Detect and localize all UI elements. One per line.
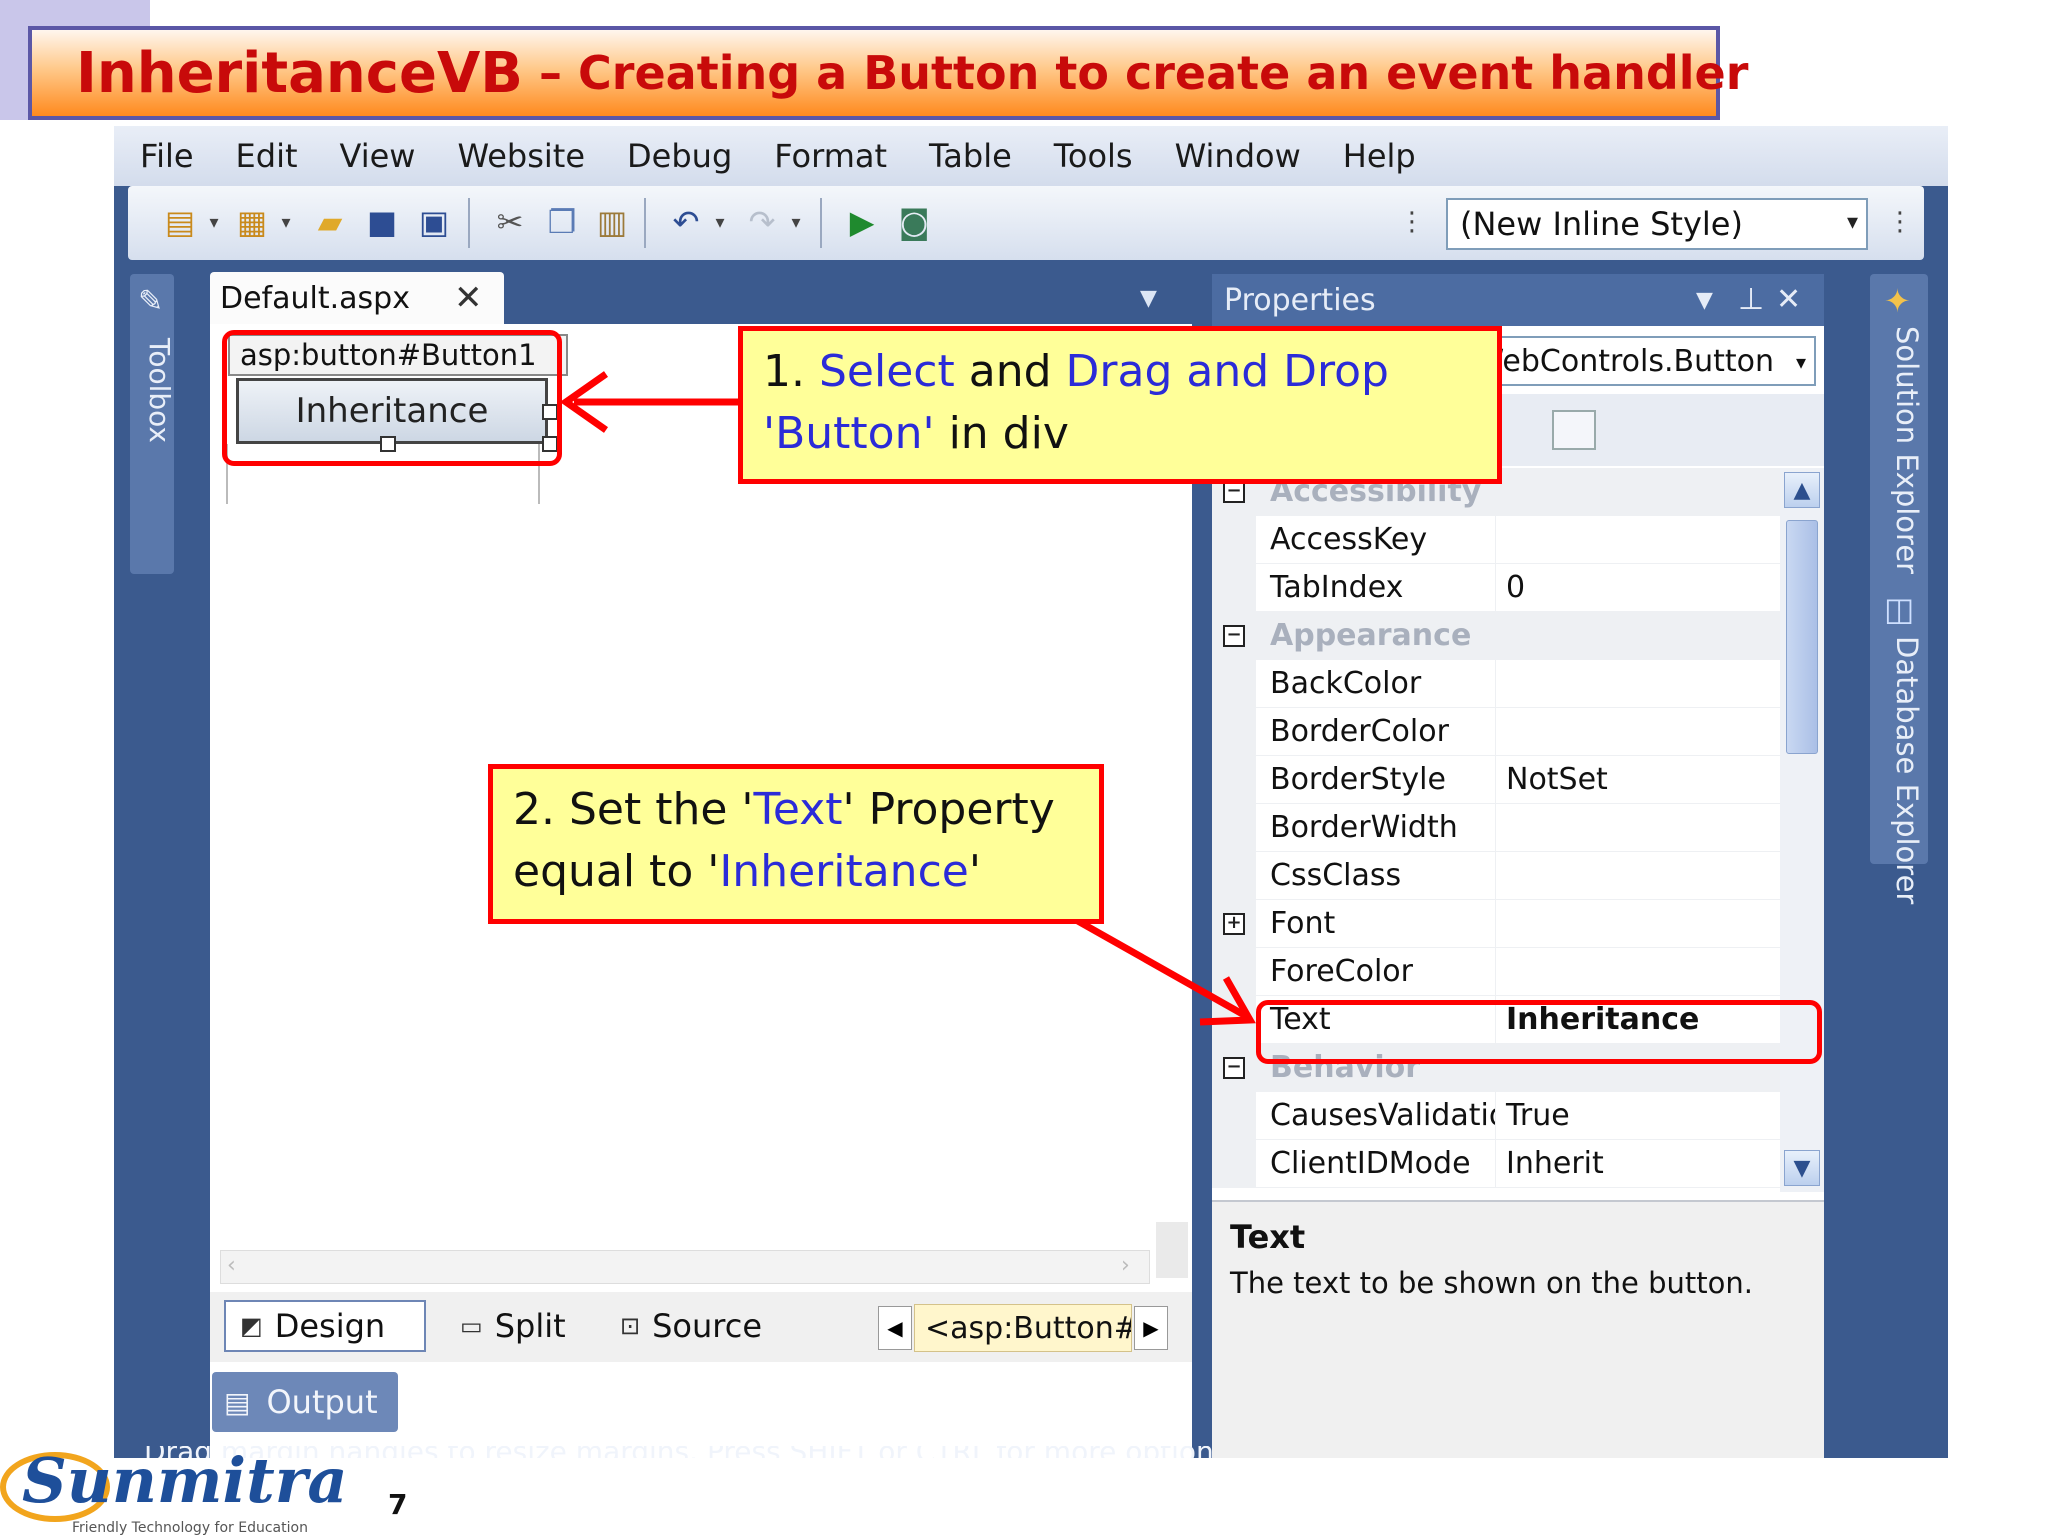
sunmitra-logo: Sunmitra Friendly Technology for Educati… (0, 1444, 348, 1536)
step1-button: 'Button' (763, 408, 935, 459)
step2-inheritance: Inheritance (719, 846, 969, 897)
step1-drag: Drag and Drop (1065, 346, 1389, 397)
page-number: 7 (388, 1488, 408, 1521)
step2-mid: ' Property (842, 784, 1055, 835)
step2-lead: 2. Set the ' (513, 784, 754, 835)
logo-tagline: Friendly Technology for Education (72, 1520, 308, 1536)
arrow-line-step2 (1074, 916, 1248, 1020)
step2-end: ' (968, 846, 981, 897)
step2-text: Text (753, 784, 843, 835)
step1-and: and (968, 346, 1052, 397)
callout-step-2: 2. Set the 'Text' Property equal to 'Inh… (488, 764, 1104, 924)
step2-line2: equal to ' (513, 846, 720, 897)
logo-name: Sunmitra (22, 1444, 348, 1517)
step1-rest: in div (948, 408, 1069, 459)
step1-number: 1. (763, 346, 805, 397)
callout-step-1: 1. Select and Drag and Drop 'Button' in … (738, 326, 1502, 484)
step1-select: Select (818, 346, 955, 397)
